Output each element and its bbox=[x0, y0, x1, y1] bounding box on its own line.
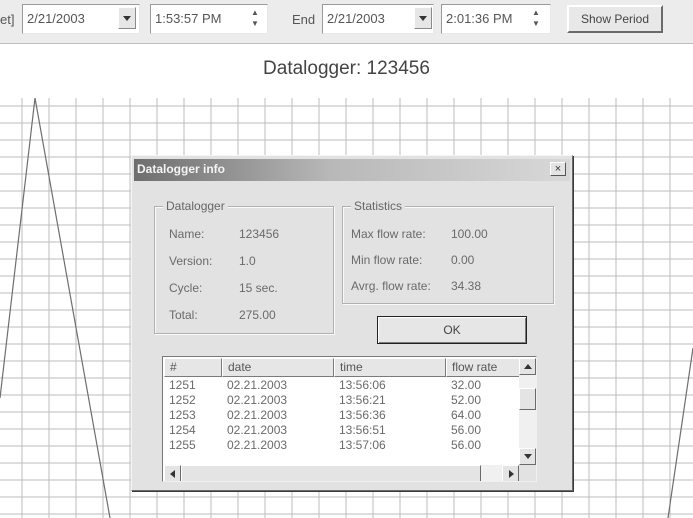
row-date: 02.21.2003 bbox=[227, 408, 288, 422]
table-row[interactable]: 1254 02.21.2003 13:56:51 56.00 bbox=[164, 423, 519, 438]
min-flow-rate-label: Min flow rate: bbox=[351, 253, 423, 267]
datalogger-info-dialog: Datalogger info × Datalogger Name: 12345… bbox=[131, 155, 573, 491]
version-label: Version: bbox=[169, 254, 213, 268]
end-date-dropdown-icon[interactable] bbox=[414, 7, 432, 29]
row-number: 1253 bbox=[169, 408, 196, 422]
statistics-group: Statistics Max flow rate: 100.00 Min flo… bbox=[342, 199, 554, 304]
scroll-left-icon[interactable] bbox=[164, 465, 181, 481]
name-value: 123456 bbox=[239, 227, 280, 241]
row-number: 1252 bbox=[169, 393, 196, 407]
row-date: 02.21.2003 bbox=[227, 378, 288, 392]
row-number: 1255 bbox=[169, 438, 196, 452]
row-flow-rate: 32.00 bbox=[451, 378, 482, 392]
name-label: Name: bbox=[169, 227, 205, 241]
statistics-group-legend: Statistics bbox=[351, 199, 406, 213]
avg-flow-rate-value: 34.38 bbox=[451, 279, 482, 293]
start-label: et] bbox=[0, 12, 15, 27]
datalogger-group-legend: Datalogger bbox=[163, 199, 228, 213]
min-flow-rate-value: 0.00 bbox=[451, 253, 475, 267]
scroll-right-icon[interactable] bbox=[502, 465, 519, 481]
column-header-time[interactable]: time bbox=[334, 358, 446, 377]
horizontal-scroll-thumb[interactable] bbox=[181, 465, 481, 481]
row-time: 13:56:06 bbox=[339, 378, 386, 392]
datalogger-group: Datalogger Name: 123456 Version: 1.0 Cyc… bbox=[154, 199, 334, 334]
flow-rate-line bbox=[667, 347, 693, 518]
max-flow-rate-label: Max flow rate: bbox=[351, 227, 426, 241]
end-time-spinner[interactable]: ▲ ▼ bbox=[528, 7, 544, 29]
cycle-value: 15 sec. bbox=[239, 281, 278, 295]
row-time: 13:57:06 bbox=[339, 438, 386, 452]
column-header-number[interactable]: # bbox=[164, 358, 222, 377]
row-flow-rate: 56.00 bbox=[451, 423, 482, 437]
vertical-scroll-thumb[interactable] bbox=[519, 388, 536, 410]
row-time: 13:56:36 bbox=[339, 408, 386, 422]
scroll-up-icon[interactable] bbox=[519, 358, 536, 375]
row-number: 1251 bbox=[169, 378, 196, 392]
scroll-down-icon[interactable] bbox=[519, 448, 536, 465]
table-row[interactable]: 1252 02.21.2003 13:56:21 52.00 bbox=[164, 393, 519, 408]
row-time: 13:56:51 bbox=[339, 423, 386, 437]
row-date: 02.21.2003 bbox=[227, 423, 288, 437]
vertical-scrollbar[interactable] bbox=[519, 358, 536, 465]
row-date: 02.21.2003 bbox=[227, 438, 288, 452]
dialog-title: Datalogger info bbox=[137, 162, 226, 176]
row-number: 1254 bbox=[169, 423, 196, 437]
spin-down-icon[interactable]: ▼ bbox=[247, 18, 263, 29]
spin-up-icon[interactable]: ▲ bbox=[247, 7, 263, 18]
row-flow-rate: 52.00 bbox=[451, 393, 482, 407]
column-header-flow-rate[interactable]: flow rate bbox=[446, 358, 520, 377]
show-period-button[interactable]: Show Period bbox=[567, 5, 663, 33]
spin-up-icon[interactable]: ▲ bbox=[528, 7, 544, 18]
column-header-date[interactable]: date bbox=[222, 358, 334, 377]
close-icon[interactable]: × bbox=[550, 162, 566, 176]
chart-title: Datalogger: 123456 bbox=[263, 58, 430, 79]
end-label: End bbox=[292, 12, 316, 27]
total-label: Total: bbox=[169, 308, 198, 322]
table-row[interactable]: 1251 02.21.2003 13:56:06 32.00 bbox=[164, 378, 519, 393]
start-time-spinner[interactable]: ▲ ▼ bbox=[247, 7, 263, 29]
total-value: 275.00 bbox=[239, 308, 276, 322]
version-value: 1.0 bbox=[239, 254, 256, 268]
spin-down-icon[interactable]: ▼ bbox=[528, 18, 544, 29]
row-date: 02.21.2003 bbox=[227, 393, 288, 407]
horizontal-scrollbar[interactable] bbox=[164, 465, 519, 481]
row-flow-rate: 56.00 bbox=[451, 438, 482, 452]
table-row[interactable]: 1253 02.21.2003 13:56:36 64.00 bbox=[164, 408, 519, 423]
ok-button[interactable]: OK bbox=[377, 316, 527, 344]
cycle-label: Cycle: bbox=[169, 281, 203, 295]
size-grip bbox=[519, 465, 536, 481]
readings-list[interactable]: # date time flow rate 1251 02.21.2003 13:5… bbox=[162, 356, 537, 482]
dialog-titlebar[interactable]: Datalogger info × bbox=[134, 159, 570, 181]
flow-rate-line bbox=[0, 98, 111, 518]
max-flow-rate-value: 100.00 bbox=[451, 227, 488, 241]
toolbar: et] 2/21/2003 1:53:57 PM ▲ ▼ End 2/21/20… bbox=[0, 0, 693, 44]
table-row[interactable]: 1255 02.21.2003 13:57:06 56.00 bbox=[164, 438, 519, 453]
row-flow-rate: 64.00 bbox=[451, 408, 482, 422]
row-time: 13:56:21 bbox=[339, 393, 386, 407]
avg-flow-rate-label: Avrg. flow rate: bbox=[351, 279, 431, 293]
start-date-dropdown-icon[interactable] bbox=[118, 7, 136, 29]
